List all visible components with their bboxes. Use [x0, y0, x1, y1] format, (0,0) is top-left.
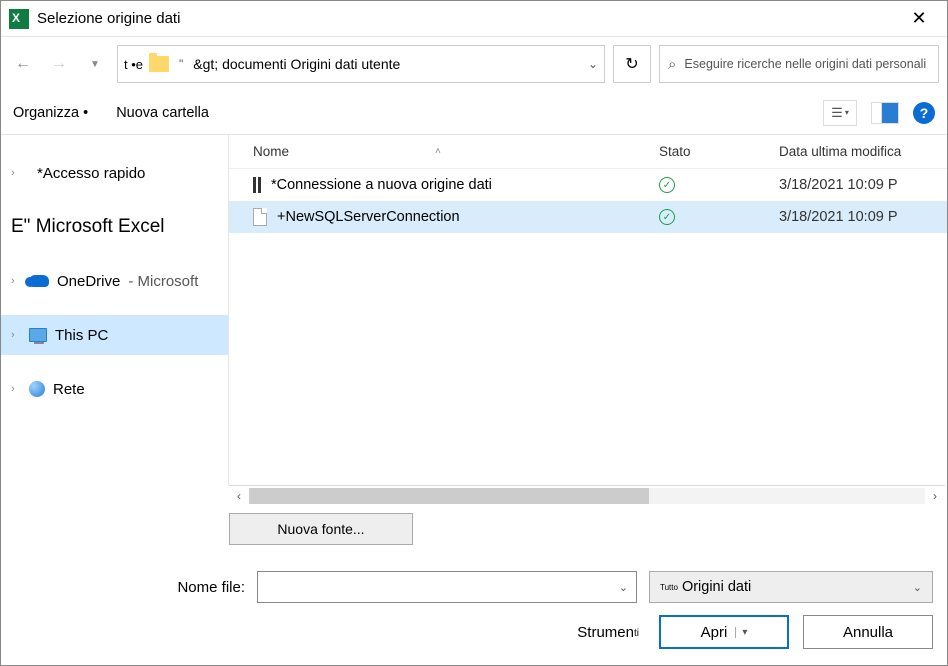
forward-button[interactable]: → [45, 50, 73, 78]
file-list: Nome ˄ Stato Data ultima modifica *Conne… [229, 135, 947, 485]
path-quote: " [179, 57, 183, 71]
search-icon: ⌕ [668, 56, 676, 73]
sidebar-item-label: E" Microsoft Excel [11, 216, 165, 238]
address-row: ← → ▼ t •e " &gt; documenti Origini dati… [1, 37, 947, 91]
search-placeholder: Eseguire ricerche nelle origini dati per… [684, 57, 926, 71]
main-area: › *Accesso rapido E" Microsoft Excel › O… [1, 135, 947, 485]
cancel-button-label: Annulla [843, 624, 893, 641]
new-folder-button[interactable]: Nuova cartella [116, 105, 209, 121]
help-button[interactable]: ? [913, 102, 935, 124]
sidebar-item-onedrive[interactable]: › OneDrive - Microsoft [1, 261, 228, 301]
filename-label: Nome file: [15, 579, 245, 596]
onedrive-icon [29, 275, 49, 287]
chevron-right-icon: › [11, 329, 21, 341]
scroll-left-icon[interactable]: ‹ [229, 489, 249, 503]
open-split-icon[interactable]: ▾ [735, 627, 747, 638]
back-button[interactable]: ← [9, 50, 37, 78]
chevron-down-icon[interactable]: ⌄ [588, 57, 598, 71]
chevron-right-icon: › [11, 167, 21, 179]
tools-label-text: Strumen [577, 624, 634, 641]
folder-icon [149, 56, 169, 72]
tools-label-suffix: ti [634, 628, 639, 639]
pc-icon [29, 328, 47, 342]
view-mode-button[interactable]: ☰▾ [823, 100, 857, 126]
column-name-label: Nome [253, 144, 289, 159]
title-bar: Selezione origine dati ✕ [1, 1, 947, 37]
file-icon [253, 208, 267, 226]
file-row[interactable]: *Connessione a nuova origine dati ✓ 3/18… [229, 169, 947, 201]
column-headers: Nome ˄ Stato Data ultima modifica [229, 135, 947, 169]
nav-sidebar: › *Accesso rapido E" Microsoft Excel › O… [1, 135, 229, 485]
file-name: *Connessione a nuova origine dati [271, 177, 492, 193]
close-button[interactable]: ✕ [899, 4, 939, 34]
column-date-label: Data ultima modifica [779, 144, 901, 159]
sidebar-item-label: This PC [55, 327, 108, 344]
data-source-icon [253, 177, 261, 193]
column-date[interactable]: Data ultima modifica [779, 144, 947, 159]
sidebar-item-quick-access[interactable]: › *Accesso rapido [1, 153, 228, 193]
search-input[interactable]: ⌕ Eseguire ricerche nelle origini dati p… [659, 45, 939, 83]
up-button[interactable]: ▼ [81, 50, 109, 78]
status-ok-icon: ✓ [659, 209, 675, 225]
new-source-button[interactable]: Nuova fonte... [229, 513, 413, 545]
chevron-down-icon[interactable]: ⌄ [913, 581, 922, 594]
sidebar-item-suffix: - Microsoft [128, 273, 198, 290]
scroll-right-icon[interactable]: › [925, 489, 945, 503]
open-button-label: Apri [701, 624, 728, 641]
sidebar-item-this-pc[interactable]: › This PC [1, 315, 228, 355]
column-name[interactable]: Nome ˄ [229, 144, 659, 159]
file-type-filter[interactable]: Tutto Origini dati ⌄ [649, 571, 933, 603]
dialog-title: Selezione origine dati [37, 10, 899, 27]
file-date: 3/18/2021 10:09 P [779, 209, 947, 225]
file-name: +NewSQLServerConnection [277, 209, 460, 225]
horizontal-scrollbar[interactable]: ‹ › [229, 485, 945, 505]
filename-input[interactable]: ⌄ [257, 571, 637, 603]
sidebar-item-label: Rete [53, 381, 85, 398]
scroll-track[interactable] [249, 488, 925, 504]
chevron-down-icon[interactable]: ⌄ [619, 581, 628, 594]
column-status-label: Stato [659, 144, 691, 159]
sidebar-item-label: *Accesso rapido [37, 165, 145, 182]
address-bar[interactable]: t •e " &gt; documenti Origini dati utent… [117, 45, 605, 83]
organize-menu[interactable]: Organizza • [13, 105, 88, 121]
cancel-button[interactable]: Annulla [803, 615, 933, 649]
scroll-thumb[interactable] [249, 488, 649, 504]
sidebar-item-excel[interactable]: E" Microsoft Excel [1, 207, 228, 247]
toolbar: Organizza • Nuova cartella ☰▾ ? [1, 91, 947, 135]
file-date: 3/18/2021 10:09 P [779, 177, 947, 193]
filter-prefix: Tutto [660, 583, 678, 592]
sidebar-item-label: OneDrive [57, 273, 120, 290]
sort-indicator-icon: ˄ [435, 146, 441, 157]
excel-app-icon [9, 9, 29, 29]
filter-label: Origini dati [682, 579, 751, 595]
chevron-right-icon: › [11, 383, 21, 395]
tools-menu[interactable]: Strumenti [577, 624, 639, 641]
sidebar-item-network[interactable]: › Rete [1, 369, 228, 409]
preview-pane-button[interactable] [871, 102, 899, 124]
open-button[interactable]: Apri ▾ [659, 615, 789, 649]
file-row[interactable]: +NewSQLServerConnection ✓ 3/18/2021 10:0… [229, 201, 947, 233]
column-status[interactable]: Stato [659, 144, 779, 159]
path-prefix: t •e [124, 57, 143, 72]
new-source-row: Nuova fonte... [1, 505, 947, 545]
breadcrumb-path: &gt; documenti Origini dati utente [193, 56, 582, 72]
status-ok-icon: ✓ [659, 177, 675, 193]
bottom-panel: Nome file: ⌄ Tutto Origini dati ⌄ Strume… [1, 561, 947, 665]
refresh-button[interactable]: ↻ [613, 45, 651, 83]
chevron-right-icon: › [11, 275, 21, 287]
network-icon [29, 381, 45, 397]
